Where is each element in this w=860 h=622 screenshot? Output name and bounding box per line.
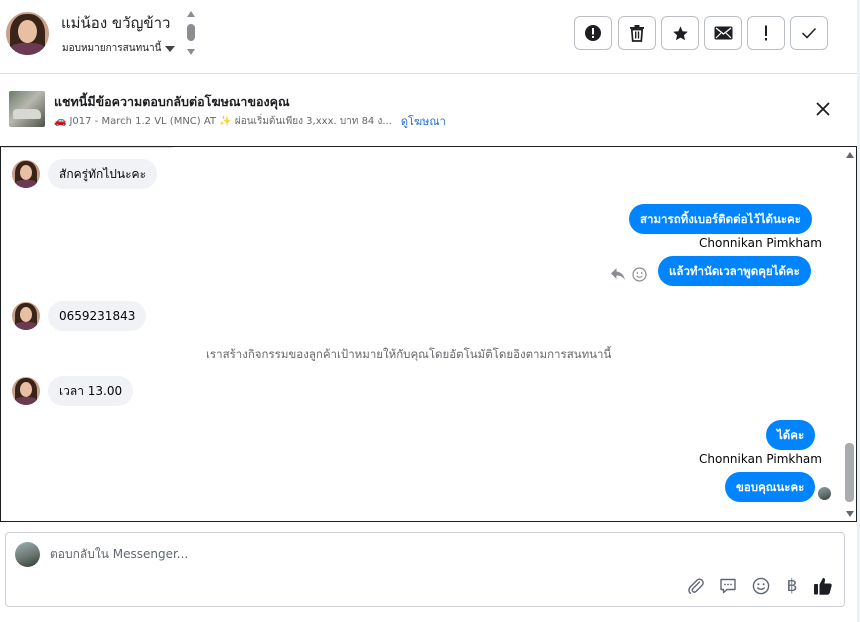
- sender-name: Chonnikan Pimkham: [699, 452, 822, 466]
- contact-avatar[interactable]: [12, 160, 40, 188]
- seen-avatar: [818, 487, 831, 500]
- flag-spam-button[interactable]: [574, 16, 612, 50]
- system-notice: เราสร้างกิจกรรมของลูกค้าเป้าหมายให้กับคุ…: [206, 347, 612, 361]
- check-icon: [801, 27, 817, 39]
- incoming-message[interactable]: เวลา 13.00: [48, 376, 134, 406]
- caret-down-icon: [165, 45, 176, 52]
- like-button[interactable]: [812, 575, 834, 597]
- close-icon[interactable]: [814, 100, 832, 118]
- contact-name[interactable]: แม่น้อง ขวัญข้าว: [61, 11, 170, 35]
- ad-banner-subtitle: 🚗 J017 - March 1.2 VL (MNC) AT ✨ ผ่อนเริ…: [54, 112, 446, 130]
- view-ad-link[interactable]: ดูโฆษณา: [401, 112, 446, 130]
- star-icon: [672, 25, 688, 40]
- header-scroller[interactable]: [186, 11, 196, 57]
- chat-bubble-icon: [720, 578, 736, 594]
- alert-circle-icon: [585, 25, 601, 41]
- react-emoji-icon[interactable]: [632, 267, 647, 282]
- incoming-message[interactable]: สักครู่ทักไปนะคะ: [48, 159, 158, 189]
- paperclip-icon: [688, 578, 704, 594]
- contact-avatar[interactable]: [12, 302, 40, 330]
- scroll-up-icon[interactable]: [846, 152, 854, 158]
- thread-scrollbar-thumb[interactable]: [845, 443, 854, 502]
- reply-icon[interactable]: [610, 267, 626, 281]
- scroll-down-icon[interactable]: [846, 511, 854, 517]
- scroll-thumb[interactable]: [187, 24, 195, 41]
- divider: [3, 147, 173, 148]
- trash-icon: [630, 25, 644, 42]
- mark-done-button[interactable]: [790, 16, 828, 50]
- reply-composer: ฿: [5, 532, 845, 607]
- emoji-button[interactable]: [750, 575, 772, 597]
- ad-subtitle-text: J017 - March 1.2 VL (MNC) AT ✨ ผ่อนเริ่ม…: [69, 115, 392, 127]
- smiley-icon: [752, 577, 770, 595]
- mark-unread-button[interactable]: [704, 16, 742, 50]
- outgoing-message[interactable]: สามารถทิ้งเบอร์ติดต่อไว้ได้นะคะ: [629, 204, 812, 234]
- attach-button[interactable]: [685, 575, 707, 597]
- outgoing-message[interactable]: แล้วทำนัดเวลาพูดคุยได้คะ: [658, 256, 811, 286]
- reply-input[interactable]: [50, 547, 650, 561]
- assign-conversation-dropdown[interactable]: มอบหมายการสนทนานี้: [62, 41, 176, 56]
- ad-banner-title: แชทนี้มีข้อความตอบกลับต่อโฆษณาของคุณ: [54, 94, 290, 109]
- ad-thumbnail[interactable]: [9, 91, 45, 127]
- page-avatar: [15, 542, 40, 567]
- mark-important-button[interactable]: [747, 16, 785, 50]
- messenger-conversation-panel: แม่น้อง ขวัญข้าว มอบหมายการสนทนานี้ แชทน…: [0, 0, 860, 622]
- scroll-down-icon[interactable]: [187, 49, 195, 55]
- conversation-header: แม่น้อง ขวัญข้าว มอบหมายการสนทนานี้: [0, 0, 857, 74]
- star-button[interactable]: [661, 16, 699, 50]
- outgoing-message[interactable]: ได้คะ: [766, 420, 816, 450]
- delete-button[interactable]: [618, 16, 656, 50]
- saved-replies-button[interactable]: [717, 575, 739, 597]
- envelope-icon: [714, 26, 732, 40]
- outgoing-message[interactable]: ขอบคุณนะคะ: [725, 472, 816, 502]
- car-emoji-icon: 🚗: [54, 115, 67, 127]
- thumbs-up-icon: [814, 577, 832, 595]
- message-thread[interactable]: สักครู่ทักไปนะคะ สามารถทิ้งเบอร์ติดต่อไว…: [0, 146, 857, 522]
- scroll-up-icon[interactable]: [187, 11, 195, 17]
- exclamation-icon: [765, 25, 767, 41]
- assign-label: มอบหมายการสนทนานี้: [62, 43, 162, 54]
- baht-icon: ฿: [786, 576, 798, 596]
- incoming-message[interactable]: 0659231843: [48, 301, 147, 331]
- sender-name: Chonnikan Pimkham: [699, 236, 822, 250]
- payment-baht-button[interactable]: ฿: [781, 575, 803, 597]
- contact-avatar[interactable]: [6, 12, 49, 55]
- contact-avatar[interactable]: [12, 377, 40, 405]
